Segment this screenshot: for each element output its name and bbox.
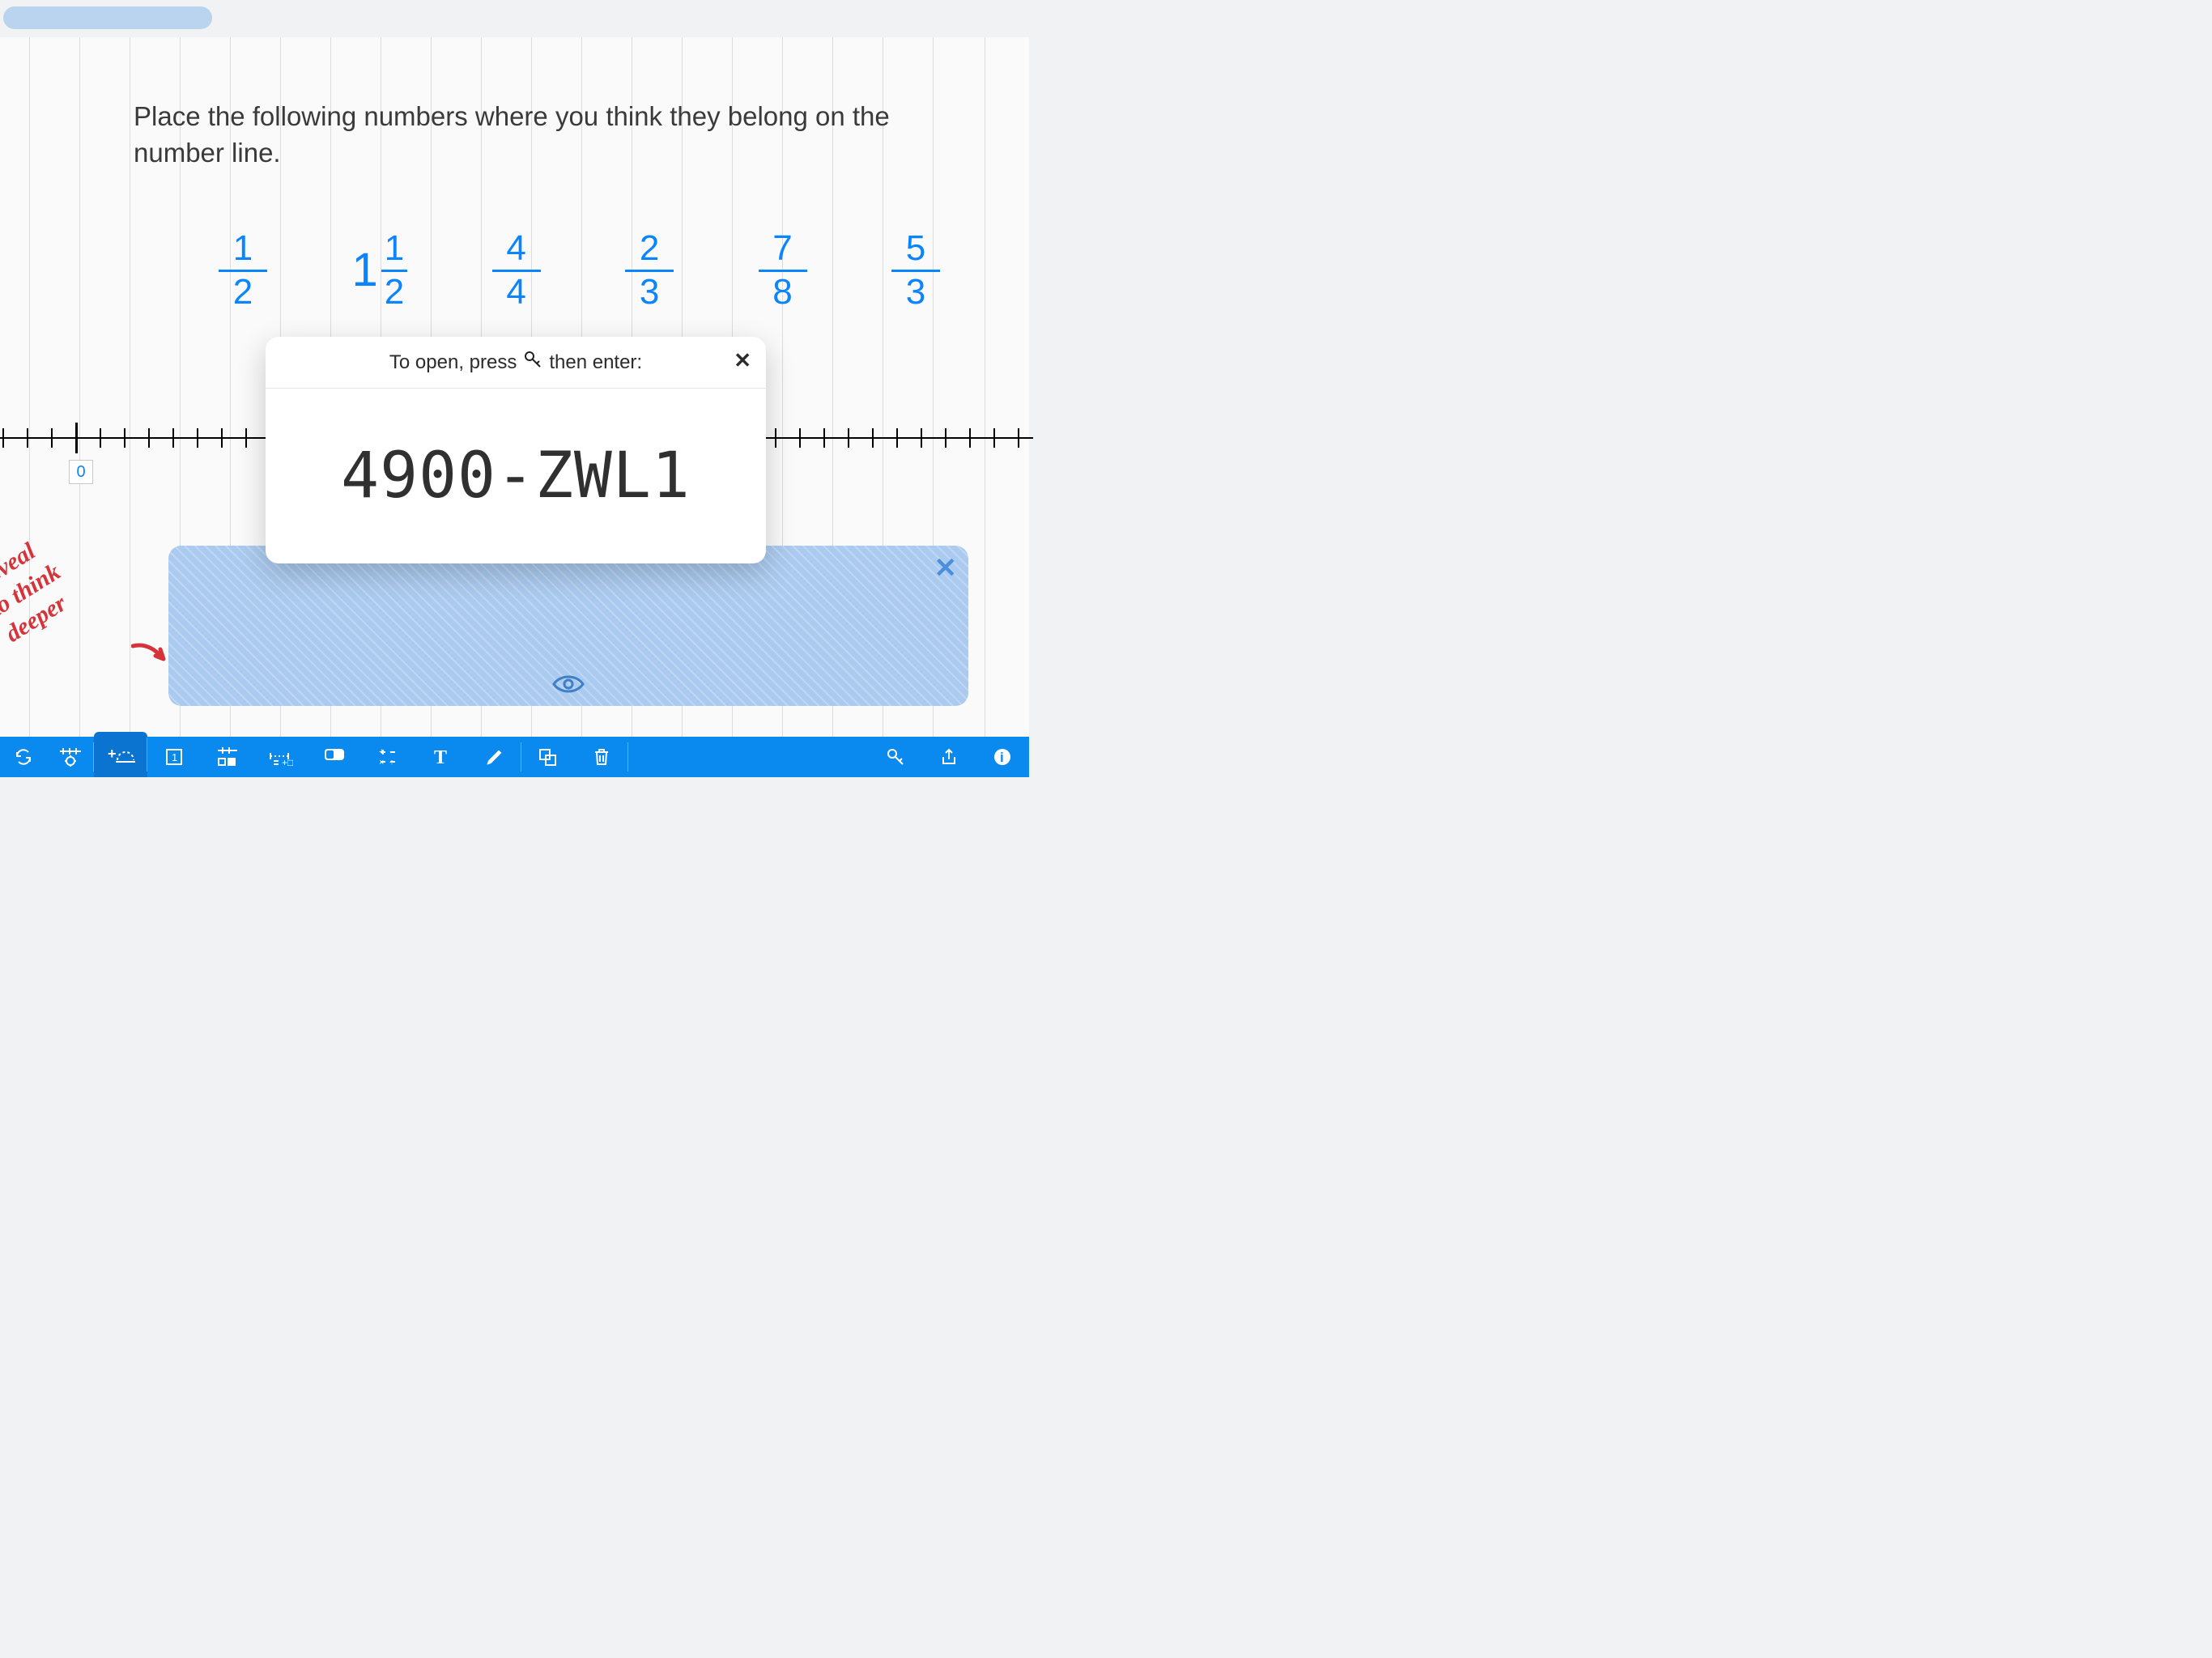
popup-suffix: then enter: [549, 351, 642, 374]
resize-handle-icon[interactable] [177, 670, 204, 698]
svg-text:×: × [379, 758, 384, 767]
popup-prefix: To open, press [389, 351, 517, 374]
pencil-button[interactable] [468, 737, 521, 777]
handwritten-arrow-icon [131, 640, 172, 672]
hidden-content-panel[interactable]: ✕ [168, 546, 968, 706]
svg-text:+: + [108, 746, 117, 762]
title-pill [3, 6, 212, 29]
key-icon [523, 350, 542, 375]
number-line-zero-label[interactable]: 0 [69, 460, 93, 484]
hidden-panel-close-icon[interactable]: ✕ [934, 552, 958, 585]
reveal-eye-icon[interactable] [552, 673, 585, 699]
text-button[interactable]: T [415, 737, 468, 777]
svg-text:−: − [389, 747, 394, 757]
sync-button[interactable] [0, 737, 47, 777]
fractions-row: 1 2 1 1 2 4 4 2 3 7 8 5 3 [219, 222, 940, 319]
trash-button[interactable] [575, 737, 628, 777]
svg-text:÷: ÷ [389, 758, 394, 767]
popup-close-icon[interactable]: ✕ [734, 348, 751, 373]
key-button[interactable] [869, 737, 922, 777]
info-button[interactable]: i [976, 737, 1029, 777]
unlock-code-popup: To open, press then enter: ✕ 4900-ZWL1 [266, 337, 766, 563]
canvas-area[interactable]: Place the following numbers where you th… [0, 37, 1029, 737]
prompt-text: Place the following numbers where you th… [134, 99, 911, 171]
fraction-bar-button[interactable] [308, 737, 361, 777]
bottom-toolbar: + 1 +□ +−×÷ T i [0, 737, 1029, 777]
add-arc-button[interactable]: + [94, 732, 147, 777]
fraction-token[interactable]: 1 2 [219, 230, 267, 310]
share-button[interactable] [922, 737, 976, 777]
number-line-settings-button[interactable] [47, 737, 94, 777]
fraction-token[interactable]: 2 3 [625, 230, 674, 310]
resize-handle-icon[interactable] [933, 670, 960, 698]
svg-text:T: T [434, 747, 447, 767]
fraction-token[interactable]: 7 8 [759, 230, 807, 310]
svg-text:+□: +□ [282, 757, 293, 766]
fraction-token[interactable]: 4 4 [492, 230, 541, 310]
grid-button[interactable] [201, 737, 254, 777]
svg-text:1: 1 [172, 751, 177, 763]
operations-button[interactable]: +−× ÷ [361, 737, 415, 777]
unit-box-button[interactable]: 1 [147, 737, 201, 777]
svg-text:i: i [1000, 750, 1004, 765]
duplicate-button[interactable] [521, 737, 575, 777]
ruler-button[interactable]: +□ [254, 737, 308, 777]
svg-text:+: + [379, 747, 384, 757]
fraction-token[interactable]: 5 3 [891, 230, 940, 310]
popup-header: To open, press then enter: ✕ [266, 337, 766, 389]
fraction-token[interactable]: 1 1 2 [351, 230, 407, 310]
unlock-code: 4900-ZWL1 [341, 440, 691, 512]
